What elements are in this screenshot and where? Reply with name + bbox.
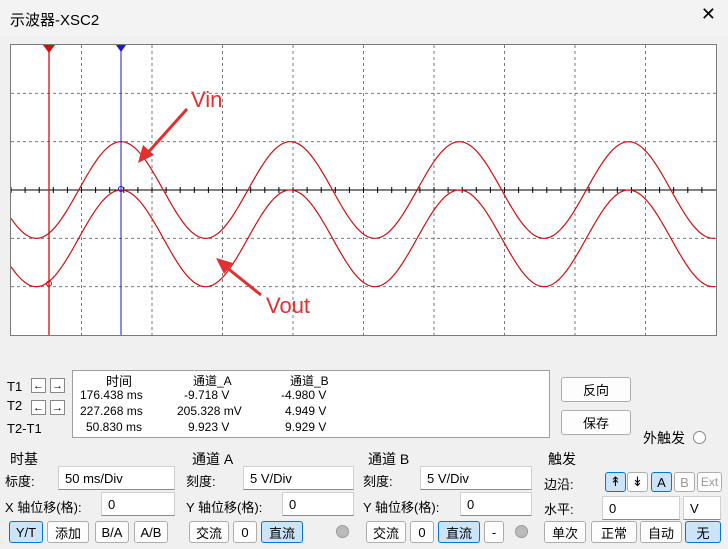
readout-t2-chb: 4.949 V <box>285 404 327 418</box>
measurement-readout: 时间 通道_A 通道_B 176.438 ms -9.718 V -4.980 … <box>72 370 550 438</box>
trigger-edge-label: 边沿: <box>544 477 574 492</box>
t2-left-arrow-icon[interactable]: ← <box>31 400 46 415</box>
mode-ba-button[interactable]: B/A <box>95 521 129 543</box>
mode-add-button[interactable]: 添加 <box>47 521 89 543</box>
readout-header-chb: 通道_B <box>290 374 329 388</box>
channel-b-header: 通道 B <box>368 451 410 467</box>
readout-diff-cha: 9.923 V <box>188 420 230 434</box>
ext-trigger-label: 外触发 <box>643 430 685 446</box>
readout-t1-cha: -9.718 V <box>184 388 230 402</box>
cursor-t1-marker <box>43 45 55 53</box>
readout-diff-chb: 9.929 V <box>285 420 327 434</box>
timebase-xpos-field[interactable]: 0 <box>101 492 175 516</box>
channel-b-scale-label: 刻度: <box>363 474 393 489</box>
channel-a-ac-button[interactable]: 交流 <box>189 521 229 543</box>
vout-label: Vout <box>266 293 310 318</box>
trigger-normal-button[interactable]: 正常 <box>591 521 637 543</box>
channel-b-zero-button[interactable]: 0 <box>410 521 434 543</box>
trigger-level-unit: V <box>683 496 721 520</box>
rising-edge-icon[interactable]: ↟ <box>605 472 626 492</box>
timebase-header: 时基 <box>10 451 38 467</box>
trigger-source-b-button[interactable]: B <box>674 472 695 492</box>
scope-screen: Vin Vout <box>10 44 717 336</box>
trigger-level-label: 水平: <box>544 502 574 517</box>
readout-diff-time: 50.830 ms <box>86 420 143 434</box>
trigger-source-a-button[interactable]: A <box>651 472 672 492</box>
vin-arrow <box>142 107 189 159</box>
readout-t1-time: 176.438 ms <box>80 388 143 402</box>
channel-a-header: 通道 A <box>192 451 234 467</box>
trigger-none-button[interactable]: 无 <box>685 521 721 543</box>
timebase-scale-label: 标度: <box>5 474 35 489</box>
channel-a-scale-field[interactable]: 5 V/Div <box>243 466 354 490</box>
reverse-button[interactable]: 反向 <box>561 377 631 402</box>
vin-label: Vin <box>191 87 222 112</box>
trigger-source-ext-button[interactable]: Ext <box>697 472 722 492</box>
trigger-single-button[interactable]: 单次 <box>544 521 586 543</box>
channel-a-dc-button[interactable]: 直流 <box>261 521 303 543</box>
channel-a-ypos-field[interactable]: 0 <box>282 492 354 516</box>
t1-left-arrow-icon[interactable]: ← <box>31 378 46 393</box>
waveform-plot: Vin Vout <box>11 45 716 335</box>
readout-header-cha: 通道_A <box>193 374 232 388</box>
timebase-xpos-label: X 轴位移(格): <box>5 500 82 515</box>
channel-a-scale-label: 刻度: <box>186 474 216 489</box>
channel-b-scale-field[interactable]: 5 V/Div <box>420 466 532 490</box>
channel-b-ac-button[interactable]: 交流 <box>366 521 406 543</box>
channel-b-ypos-field[interactable]: 0 <box>460 492 532 516</box>
channel-a-terminal[interactable] <box>336 525 349 538</box>
t2-right-arrow-icon[interactable]: → <box>50 400 65 415</box>
close-icon[interactable]: ✕ <box>701 4 716 25</box>
readout-t1-chb: -4.980 V <box>281 388 327 402</box>
mode-yt-button[interactable]: Y/T <box>9 521 43 543</box>
trigger-header: 触发 <box>548 451 576 467</box>
t1-right-arrow-icon[interactable]: → <box>50 378 65 393</box>
ext-trigger-terminal[interactable] <box>693 431 706 444</box>
t2-t1-label: T2-T1 <box>7 421 42 436</box>
trigger-auto-button[interactable]: 自动 <box>640 521 682 543</box>
mode-ab-button[interactable]: A/B <box>134 521 168 543</box>
window-title: 示波器-XSC2 <box>10 12 100 29</box>
t2-label: T2 <box>7 398 23 413</box>
readout-t2-time: 227.268 ms <box>80 404 143 418</box>
t1-label: T1 <box>7 379 23 394</box>
channel-a-ypos-label: Y 轴位移(格): <box>186 500 263 515</box>
channel-b-minus-button[interactable]: - <box>484 521 504 543</box>
readout-t2-cha: 205.328 mV <box>177 404 242 418</box>
channel-b-terminal[interactable] <box>515 525 528 538</box>
channel-b-ypos-label: Y 轴位移(格): <box>363 500 440 515</box>
save-button[interactable]: 保存 <box>561 410 631 435</box>
title-bar: 示波器-XSC2 ✕ <box>0 0 728 36</box>
cursor-t2-marker <box>116 45 126 52</box>
channel-a-zero-button[interactable]: 0 <box>233 521 257 543</box>
trigger-level-field[interactable]: 0 <box>602 496 680 520</box>
timebase-scale-field[interactable]: 50 ms/Div <box>58 466 175 490</box>
channel-b-dc-button[interactable]: 直流 <box>438 521 480 543</box>
falling-edge-icon[interactable]: ↡ <box>627 472 648 492</box>
annotations: Vin Vout <box>138 87 310 318</box>
